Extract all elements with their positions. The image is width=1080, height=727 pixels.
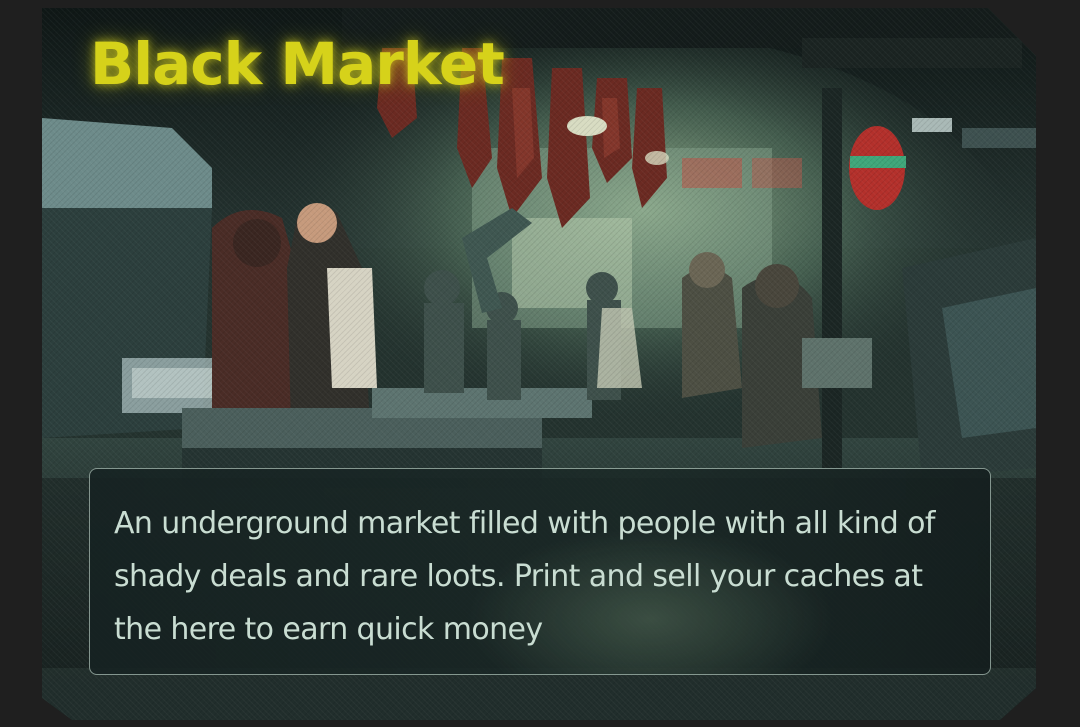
location-description: An underground market filled with people…	[114, 506, 935, 647]
location-title: Black Market	[90, 30, 505, 98]
location-screen: Black Market An underground market fille…	[0, 0, 1080, 727]
location-card: Black Market An underground market fille…	[42, 8, 1036, 720]
description-panel: An underground market filled with people…	[89, 468, 991, 675]
